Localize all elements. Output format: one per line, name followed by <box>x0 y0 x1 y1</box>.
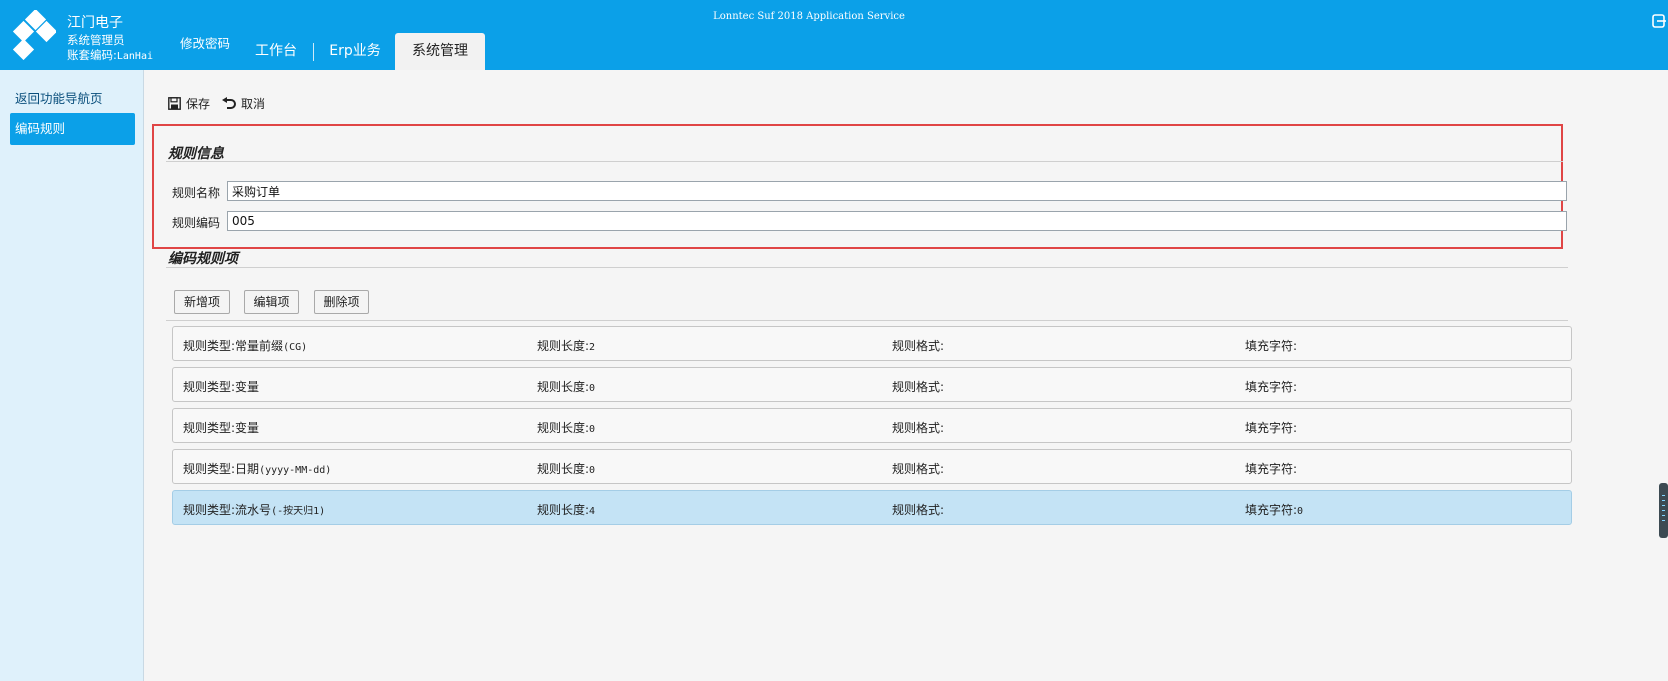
rule-format-cell: 规则格式: <box>892 380 945 394</box>
rule-type-cell: 规则类型:流水号(-按天归1) <box>183 503 326 517</box>
account-code: LanHai <box>116 51 153 62</box>
cancel-label: 取消 <box>241 96 266 111</box>
rule-format-cell: 规则格式: <box>892 421 945 435</box>
user-info: 系统管理员 账套编码:LanHai <box>67 33 153 64</box>
rule-format-cell: 规则格式: <box>892 503 945 517</box>
sidebar-item-coding-rules[interactable]: 编码规则 <box>10 113 135 145</box>
rule-length-cell: 规则长度:0 <box>537 462 596 476</box>
fill-char-cell: 填充字符: <box>1245 380 1298 394</box>
scrollbar-thumb[interactable] <box>1659 483 1668 538</box>
rule-format-cell: 规则格式: <box>892 462 945 476</box>
cancel-button[interactable]: 取消 <box>222 94 265 112</box>
rule-item-row[interactable]: 规则类型:常量前缀(CG) 规则长度:2 规则格式: 填充字符: <box>172 326 1572 361</box>
rule-length-cell: 规则长度:4 <box>537 503 596 517</box>
rule-name-input[interactable] <box>227 181 1567 201</box>
rule-code-input[interactable] <box>227 211 1567 231</box>
rule-code-label: 规则编码 <box>172 216 221 230</box>
add-item-button[interactable]: 新增项 <box>174 290 230 314</box>
tab-divider <box>313 43 314 61</box>
rule-length-cell: 规则长度:0 <box>537 421 596 435</box>
divider <box>166 267 1568 268</box>
rule-type-cell: 规则类型:变量 <box>183 421 260 435</box>
save-button[interactable]: 保存 <box>168 94 210 112</box>
user-role: 系统管理员 <box>67 33 125 47</box>
divider <box>166 320 1568 321</box>
undo-icon <box>222 96 236 109</box>
account-line: 账套编码:LanHai <box>67 48 153 64</box>
rule-item-row-selected[interactable]: 规则类型:流水号(-按天归1) 规则长度:4 规则格式: 填充字符:0 <box>172 490 1572 525</box>
rule-name-label: 规则名称 <box>172 186 221 200</box>
change-password-link[interactable]: 修改密码 <box>180 33 230 52</box>
edit-item-button[interactable]: 编辑项 <box>244 290 299 314</box>
top-header: 江门电子 系统管理员 账套编码:LanHai 修改密码 Lonntec Suf … <box>0 0 1668 70</box>
logout-icon[interactable] <box>1652 14 1666 28</box>
rule-type-cell: 规则类型:日期(yyyy-MM-dd) <box>183 462 332 476</box>
rule-type-cell: 规则类型:变量 <box>183 380 260 394</box>
rule-length-cell: 规则长度:0 <box>537 380 596 394</box>
fill-char-cell: 填充字符: <box>1245 339 1298 353</box>
delete-item-button[interactable]: 删除项 <box>314 290 369 314</box>
sidebar-item-back[interactable]: 返回功能导航页 <box>15 88 103 107</box>
sidebar: 返回功能导航页 编码规则 <box>0 70 144 681</box>
rule-item-row[interactable]: 规则类型:变量 规则长度:0 规则格式: 填充字符: <box>172 367 1572 402</box>
rule-item-row[interactable]: 规则类型:变量 规则长度:0 规则格式: 填充字符: <box>172 408 1572 443</box>
app-title: Lonntec Suf 2018 Application Service <box>713 11 905 22</box>
tab-erp-business[interactable]: Erp业务 <box>320 33 390 70</box>
fill-char-cell: 填充字符:0 <box>1245 503 1304 517</box>
save-label: 保存 <box>186 96 211 111</box>
divider <box>166 161 1563 162</box>
rule-items-title: 编码规则项 <box>168 251 238 267</box>
tab-workbench[interactable]: 工作台 <box>246 33 306 70</box>
fill-char-cell: 填充字符: <box>1245 421 1298 435</box>
account-label: 账套编码: <box>67 48 117 62</box>
rule-item-row[interactable]: 规则类型:日期(yyyy-MM-dd) 规则长度:0 规则格式: 填充字符: <box>172 449 1572 484</box>
rule-format-cell: 规则格式: <box>892 339 945 353</box>
save-icon <box>168 96 181 110</box>
rule-info-title: 规则信息 <box>168 146 224 162</box>
fill-char-cell: 填充字符: <box>1245 462 1298 476</box>
rule-length-cell: 规则长度:2 <box>537 339 596 353</box>
tab-system-management[interactable]: 系统管理 <box>395 33 485 70</box>
rule-type-cell: 规则类型:常量前缀(CG) <box>183 339 308 353</box>
